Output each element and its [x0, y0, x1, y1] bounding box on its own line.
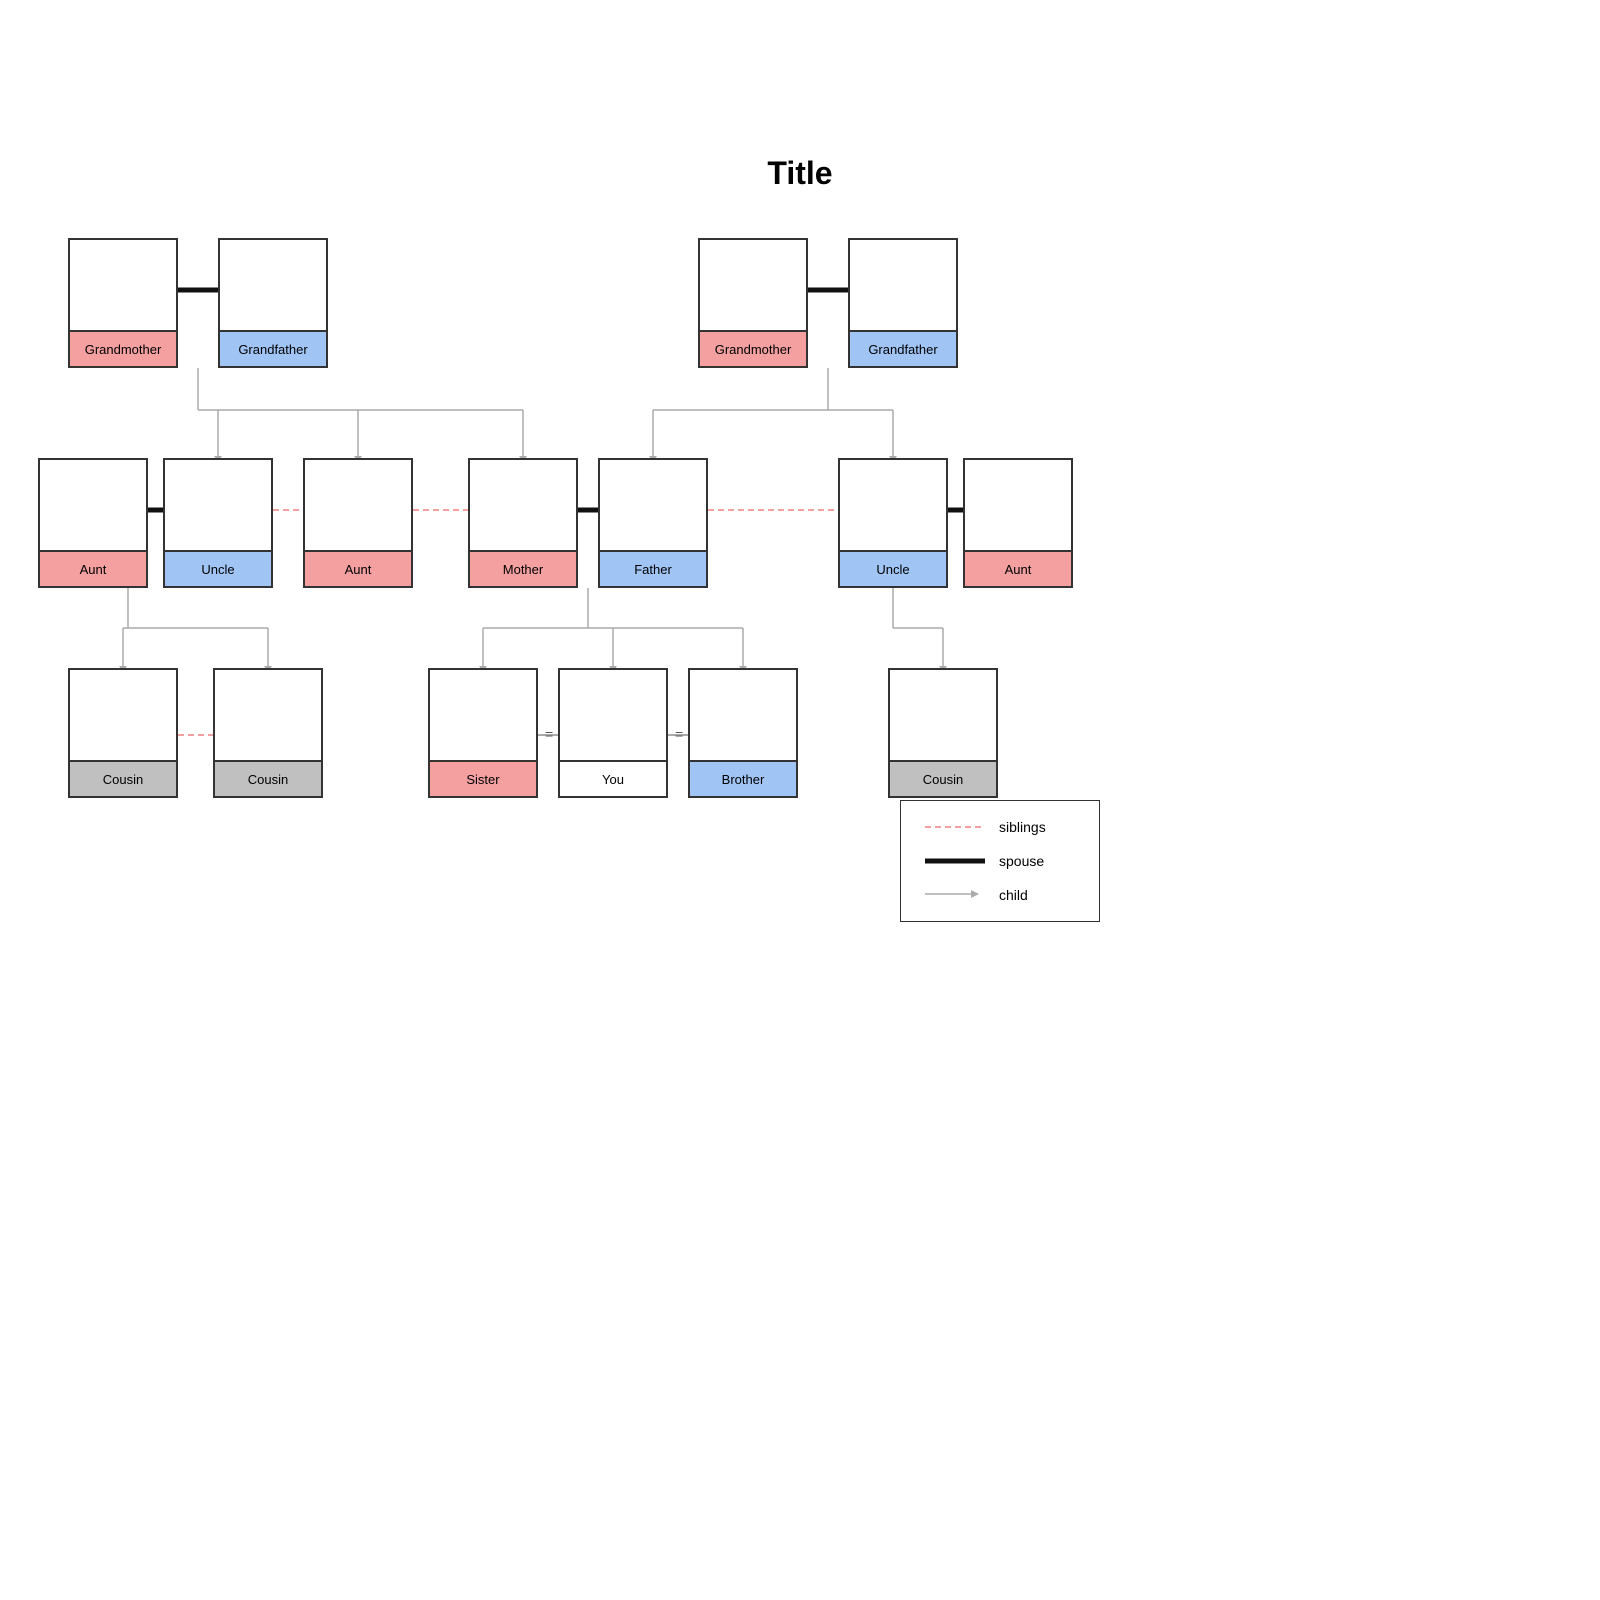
person-gm_left-photo	[70, 240, 176, 330]
person-aunt2: Aunt	[303, 458, 413, 588]
legend-spouse: spouse	[925, 853, 1075, 869]
person-uncle2-photo	[840, 460, 946, 550]
person-aunt3-label: Aunt	[965, 550, 1071, 586]
legend-siblings: siblings	[925, 819, 1075, 835]
person-sister-label: Sister	[430, 760, 536, 796]
person-gf_right-label: Grandfather	[850, 330, 956, 366]
person-gf_left-photo	[220, 240, 326, 330]
person-uncle1: Uncle	[163, 458, 273, 588]
page-title: Title	[0, 155, 1600, 192]
person-cousin1-photo	[70, 670, 176, 760]
person-sister-photo	[430, 670, 536, 760]
person-aunt1-photo	[40, 460, 146, 550]
svg-text:=: =	[675, 726, 683, 742]
legend-child-label: child	[999, 887, 1028, 903]
person-cousin2: Cousin	[213, 668, 323, 798]
person-uncle2-label: Uncle	[840, 550, 946, 586]
person-mother: Mother	[468, 458, 578, 588]
person-cousin3-label: Cousin	[890, 760, 996, 796]
person-gf_right-photo	[850, 240, 956, 330]
person-aunt3: Aunt	[963, 458, 1073, 588]
person-father-photo	[600, 460, 706, 550]
person-gm_right: Grandmother	[698, 238, 808, 368]
person-cousin3: Cousin	[888, 668, 998, 798]
person-you: You	[558, 668, 668, 798]
person-uncle1-label: Uncle	[165, 550, 271, 586]
person-gf_left: Grandfather	[218, 238, 328, 368]
person-cousin1: Cousin	[68, 668, 178, 798]
person-brother-photo	[690, 670, 796, 760]
person-gf_left-label: Grandfather	[220, 330, 326, 366]
legend-siblings-label: siblings	[999, 819, 1046, 835]
legend-child: child	[925, 887, 1075, 903]
person-sister: Sister	[428, 668, 538, 798]
person-aunt1: Aunt	[38, 458, 148, 588]
person-cousin2-label: Cousin	[215, 760, 321, 796]
person-uncle1-photo	[165, 460, 271, 550]
person-gf_right: Grandfather	[848, 238, 958, 368]
person-brother: Brother	[688, 668, 798, 798]
person-father-label: Father	[600, 550, 706, 586]
person-gm_left-label: Grandmother	[70, 330, 176, 366]
person-you-label: You	[560, 760, 666, 796]
person-father: Father	[598, 458, 708, 588]
person-cousin2-photo	[215, 670, 321, 760]
person-cousin3-photo	[890, 670, 996, 760]
person-aunt1-label: Aunt	[40, 550, 146, 586]
person-gm_right-label: Grandmother	[700, 330, 806, 366]
legend-spouse-label: spouse	[999, 853, 1044, 869]
svg-text:=: =	[545, 726, 553, 742]
legend: siblings spouse child	[900, 800, 1100, 922]
person-aunt2-label: Aunt	[305, 550, 411, 586]
person-mother-photo	[470, 460, 576, 550]
person-gm_left: Grandmother	[68, 238, 178, 368]
person-mother-label: Mother	[470, 550, 576, 586]
person-gm_right-photo	[700, 240, 806, 330]
person-brother-label: Brother	[690, 760, 796, 796]
person-aunt2-photo	[305, 460, 411, 550]
person-you-photo	[560, 670, 666, 760]
person-aunt3-photo	[965, 460, 1071, 550]
person-uncle2: Uncle	[838, 458, 948, 588]
person-cousin1-label: Cousin	[70, 760, 176, 796]
